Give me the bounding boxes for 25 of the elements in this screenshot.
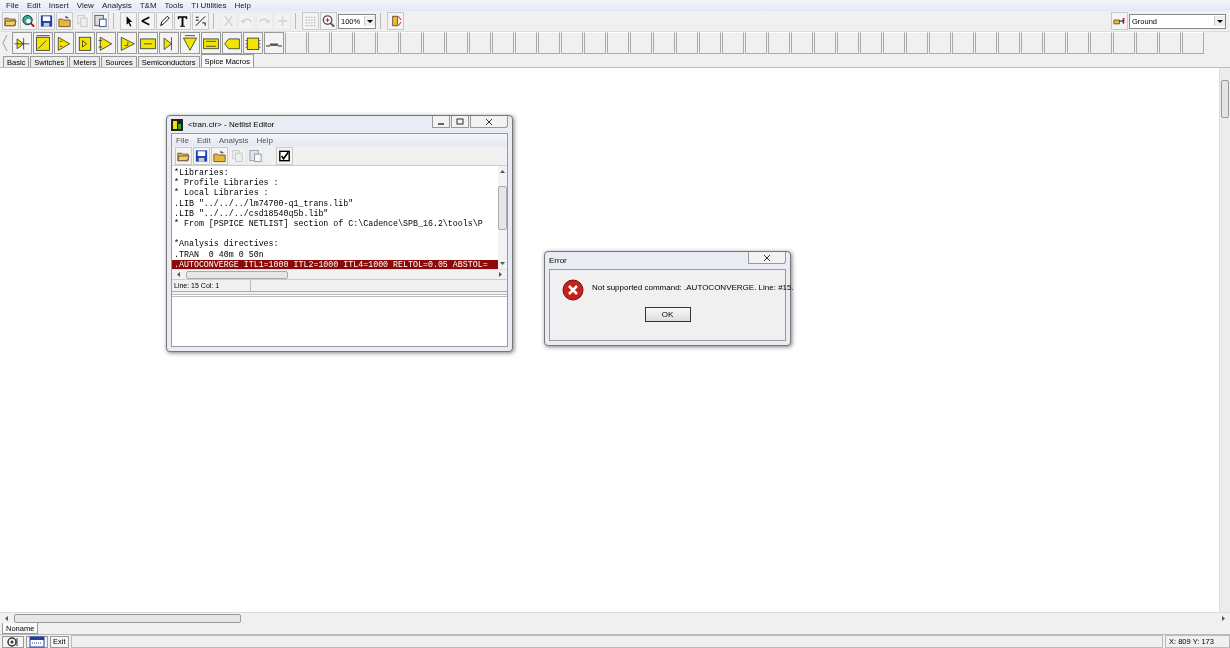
menu-item[interactable]: Edit xyxy=(22,0,45,11)
menu-item[interactable]: Help xyxy=(230,0,255,11)
menu-item[interactable]: Help xyxy=(252,134,277,146)
menu-item[interactable]: File xyxy=(2,0,23,11)
window-title: <tran.cir> - Netlist Editor xyxy=(188,120,275,129)
code-line: * Profile Libraries : xyxy=(173,178,280,188)
menu-item[interactable]: T&M xyxy=(135,0,161,11)
menu-item[interactable]: File xyxy=(172,134,193,146)
code-line: * From [PSPICE NETLIST] section of C:\Cadence\SPB_16.2\tools\P xyxy=(173,218,484,230)
menu-item[interactable]: View xyxy=(72,0,98,11)
code-line: .LIB "../../../lm74700-q1_trans.lib" xyxy=(173,198,355,209)
menu-item[interactable]: Insert xyxy=(44,0,73,11)
menu-item[interactable]: Tools xyxy=(160,0,188,11)
menu-item[interactable]: Analysis xyxy=(97,0,136,11)
error-message: Not supported command: .AUTOCONVERGE. Line: #15. xyxy=(592,282,794,292)
code-line: * Local Libraries : xyxy=(173,188,270,199)
code-line: .LIB "../../../csd18540q5b.lib" xyxy=(173,208,330,219)
menu-item[interactable]: Analysis xyxy=(214,134,253,146)
code-line: *Analysis directives: xyxy=(173,239,280,250)
ok-button[interactable]: OK xyxy=(644,307,691,322)
menu-item[interactable]: Edit xyxy=(192,134,215,146)
code-line: .TRAN 0 40m 0 50n xyxy=(173,249,265,260)
dialog-title: Error xyxy=(549,256,567,265)
code-line: *Libraries: xyxy=(173,168,230,178)
menu-item[interactable]: TI Utilities xyxy=(187,0,231,11)
